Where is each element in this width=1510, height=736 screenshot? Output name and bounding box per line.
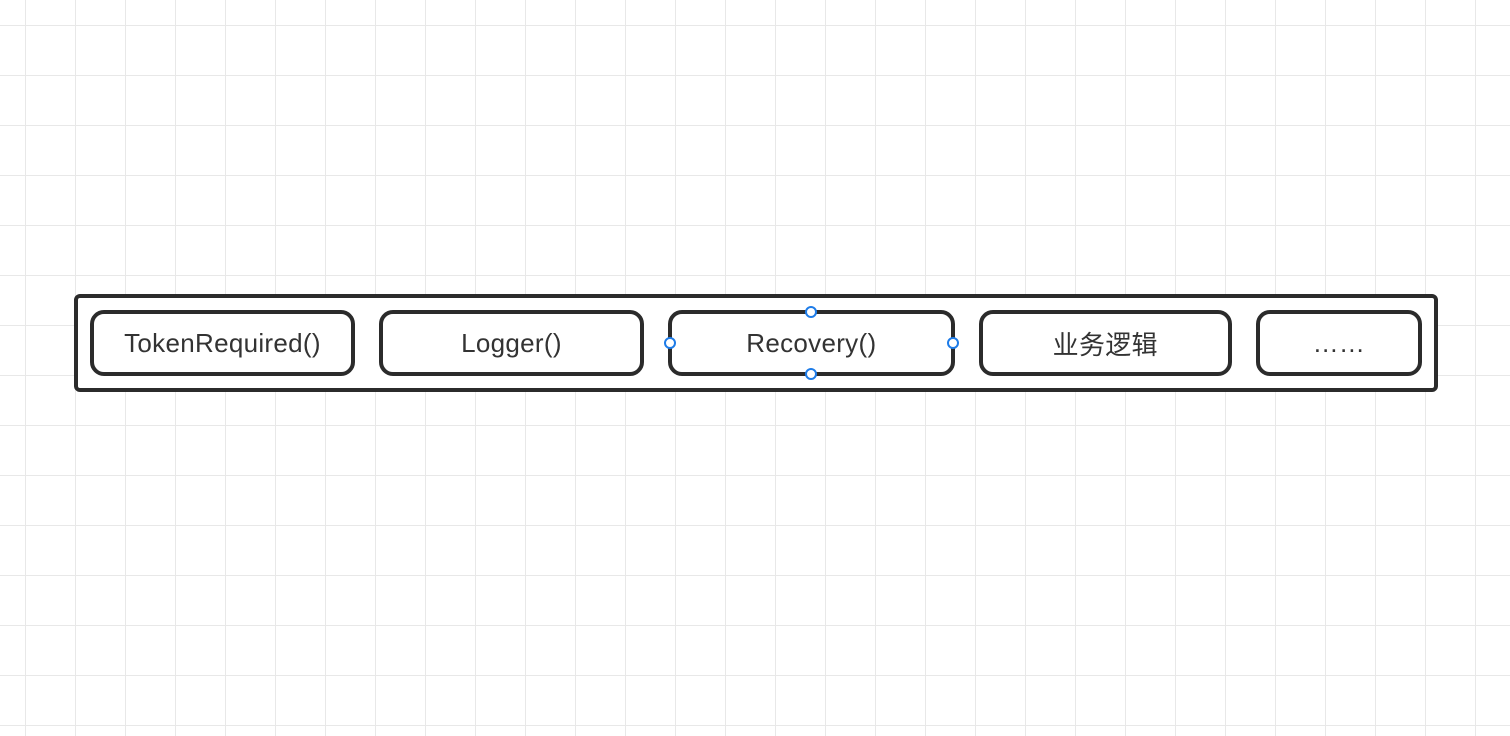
middleware-box-business-logic[interactable]: 业务逻辑 <box>979 310 1232 376</box>
selection-handle-bottom[interactable] <box>805 368 817 380</box>
middleware-box-logger[interactable]: Logger() <box>379 310 644 376</box>
box-label: …… <box>1313 328 1366 359</box>
selection-handle-top[interactable] <box>805 306 817 318</box>
selection-handle-left[interactable] <box>664 337 676 349</box>
box-label: TokenRequired() <box>124 328 321 359</box>
middleware-box-ellipsis[interactable]: …… <box>1256 310 1422 376</box>
diagram-container[interactable]: TokenRequired() Logger() Recovery() 业务逻辑… <box>74 294 1438 392</box>
box-label: 业务逻辑 <box>1053 325 1158 362</box>
middleware-box-token-required[interactable]: TokenRequired() <box>90 310 355 376</box>
box-label: Logger() <box>461 328 562 359</box>
selection-handle-right[interactable] <box>947 337 959 349</box>
middleware-box-recovery[interactable]: Recovery() <box>668 310 955 376</box>
box-label: Recovery() <box>746 328 876 359</box>
